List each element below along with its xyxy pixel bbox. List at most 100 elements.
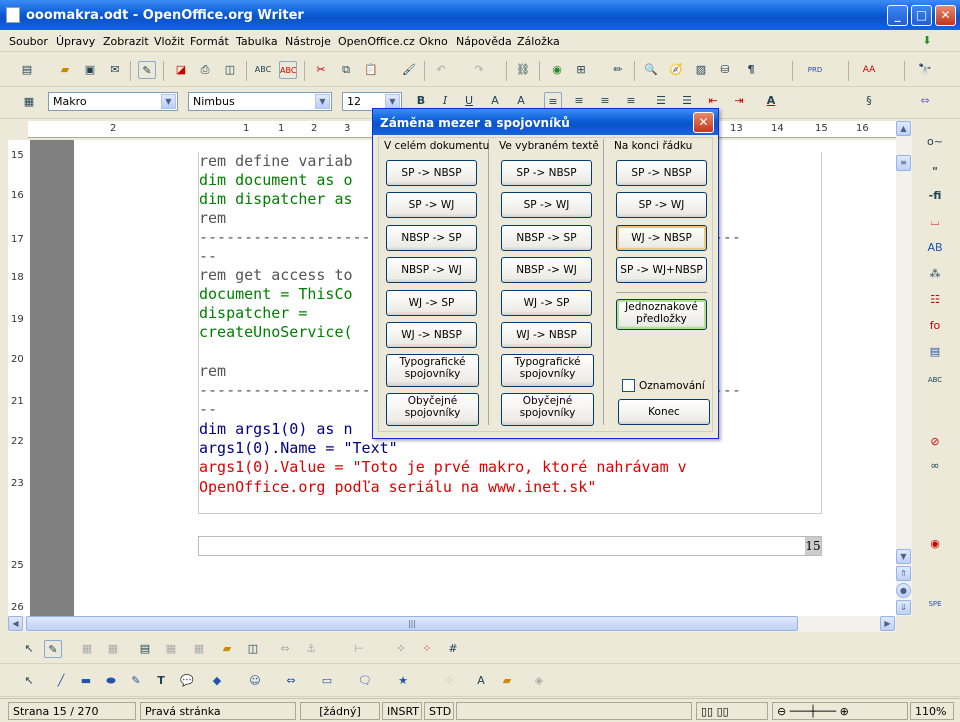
insert-field-icon[interactable]: ▤ [926,343,944,361]
helplines-icon[interactable]: # [444,640,462,658]
save-icon[interactable]: ▣ [81,61,99,79]
navigate-icon[interactable]: ⇔ [276,640,294,658]
doc-typographic-hyphens-button[interactable]: Typografické spojovníky [386,354,479,387]
cut-icon[interactable]: ✂ [312,61,330,79]
gallery-icon[interactable]: ◉ [548,61,566,79]
open-icon[interactable]: ▰ [56,61,74,79]
menu-vlozit[interactable]: Vložit [154,35,184,48]
vertical-scrollbar[interactable]: ▲ ≡ ▼ ⇑ ● ⇓ [896,121,912,616]
chevron-down-icon[interactable]: ▼ [385,94,400,109]
line-icon[interactable]: ╱ [52,672,70,690]
paste-icon[interactable]: 📋 [362,61,380,79]
special-char-icon[interactable]: o~ [926,133,944,151]
horizontal-scroll-thumb[interactable]: ||| [26,616,798,631]
language[interactable]: [žádný] [300,702,380,720]
edit-mode-icon[interactable]: ✎ [138,61,156,79]
callout-icon[interactable]: 💬 [178,672,196,690]
design-mode-icon[interactable]: ✎ [44,640,62,658]
page-style[interactable]: Pravá stránka [140,702,296,720]
open-form-icon[interactable]: ▰ [218,640,236,658]
sel-sp-nbsp-button[interactable]: SP -> NBSP [501,160,592,186]
zoom-level[interactable]: 110% [910,702,954,720]
extrusion-icon[interactable]: ◈ [530,672,548,690]
scroll-left-button[interactable]: ◀ [8,616,23,631]
wizard-icon[interactable]: ◫ [244,640,262,658]
menu-zobrazit[interactable]: Zobrazit [103,35,149,48]
add-field-icon[interactable]: ▦ [190,640,208,658]
quotes-icon[interactable]: " [926,163,944,181]
sel-wj-sp-button[interactable]: WJ -> SP [501,290,592,316]
sel-nbsp-wj-button[interactable]: NBSP -> WJ [501,257,592,283]
autospellcheck-icon[interactable]: ABC [279,61,297,79]
doc-wj-nbsp-button[interactable]: WJ -> NBSP [386,322,477,348]
increase-indent-icon[interactable]: ⇥ [730,92,748,110]
view-layout[interactable]: ▯▯ ▯▯ [696,702,768,720]
sort-icon[interactable]: ⁂ [926,265,944,283]
doc-wj-sp-button[interactable]: WJ -> SP [386,290,477,316]
menu-upravy[interactable]: Úpravy [56,35,95,48]
page-preview-icon[interactable]: ◫ [221,61,239,79]
menu-openoffice-cz[interactable]: OpenOffice.cz [338,35,415,48]
split-icon[interactable]: ☷ [926,291,944,309]
undo-icon[interactable]: ↶ [432,61,450,79]
menu-soubor[interactable]: Soubor [9,35,48,48]
eol-sp-nbsp-button[interactable]: SP -> NBSP [616,160,707,186]
export-pdf-icon[interactable]: ◪ [172,61,190,79]
email-icon[interactable]: ✉ [106,61,124,79]
anchor-icon[interactable]: ⚓ [302,640,320,658]
control-icon[interactable]: ▦ [78,640,96,658]
zoom-slider[interactable]: ⊖ ───┼─── ⊕ [772,702,908,720]
navigation-icon[interactable]: ● [896,583,911,598]
link-icon[interactable]: ∞ [926,457,944,475]
hyperlink-icon[interactable]: ⛓ [514,61,532,79]
rectangle-icon[interactable]: ▬ [77,672,95,690]
freeform-icon[interactable]: ✎ [127,672,145,690]
hyphenation-icon[interactable]: AA [860,61,878,79]
points-icon[interactable]: ⁘ [440,672,458,690]
sel-wj-nbsp-button[interactable]: WJ -> NBSP [501,322,592,348]
minimize-button[interactable]: _ [887,5,908,26]
update-download-icon[interactable]: ⬇ [918,32,936,50]
stars-icon[interactable]: ★ [394,672,412,690]
close-button[interactable]: ✕ [935,5,956,26]
gallery-2-icon[interactable]: ▨ [692,61,710,79]
menu-okno[interactable]: Okno [419,35,448,48]
format-paintbrush-icon[interactable]: 🖌 [400,61,418,79]
prd-icon[interactable]: PRD [806,61,824,79]
insert-mode[interactable]: INSRT [382,702,422,720]
menu-tabulka[interactable]: Tabulka [236,35,278,48]
find-replace-icon[interactable]: 🔍 [642,61,660,79]
doc-plain-hyphens-button[interactable]: Obyčejné spojovníky [386,393,479,426]
page-footer[interactable]: 15 [198,536,822,556]
next-page-icon[interactable]: ⇓ [896,600,911,615]
scroll-thumb[interactable]: ≡ [896,155,911,171]
scroll-up-button[interactable]: ▲ [896,121,911,136]
page-indicator[interactable]: Strana 15 / 270 [8,702,136,720]
styles-icon[interactable]: ▦ [20,93,38,111]
doc-sp-wj-button[interactable]: SP -> WJ [386,192,477,218]
sel-plain-hyphens-button[interactable]: Obyčejné spojovníky [501,393,594,426]
selection-mode[interactable]: STD [424,702,454,720]
select-icon[interactable]: ↖ [20,672,38,690]
chevron-down-icon[interactable]: ▼ [161,94,176,109]
hyphen-icon[interactable]: AB [926,239,944,257]
paste-special-icon[interactable]: § [860,92,878,110]
vertical-ruler[interactable]: 15 16 17 18 19 20 21 22 23 25 26 [8,140,28,616]
scroll-down-button[interactable]: ▼ [896,549,911,564]
navigator-icon[interactable]: 🧭 [667,61,685,79]
menu-nastroje[interactable]: Nástroje [285,35,331,48]
sel-sp-wj-button[interactable]: SP -> WJ [501,192,592,218]
close-dialog-button[interactable]: Konec [618,399,710,425]
font-color-icon[interactable]: A [762,92,780,110]
maximize-button[interactable]: □ [911,5,932,26]
eol-sp-wj-nbsp-button[interactable]: SP -> WJ+NBSP [616,257,707,283]
paragraph-style-combo[interactable]: Makro ▼ [48,92,178,111]
new-document-icon[interactable]: ▤ [18,61,36,79]
table-icon[interactable]: ⊞ [572,61,590,79]
nonprinting-chars-icon[interactable]: ¶ [742,61,760,79]
ellipse-icon[interactable]: ⬬ [102,672,120,690]
direction-icon[interactable]: ⇔ [916,92,934,110]
binoculars-icon[interactable]: 🔭 [916,61,934,79]
horizontal-scrollbar[interactable]: ◀ ||| ▶ [8,616,896,632]
menu-format[interactable]: Formát [190,35,229,48]
